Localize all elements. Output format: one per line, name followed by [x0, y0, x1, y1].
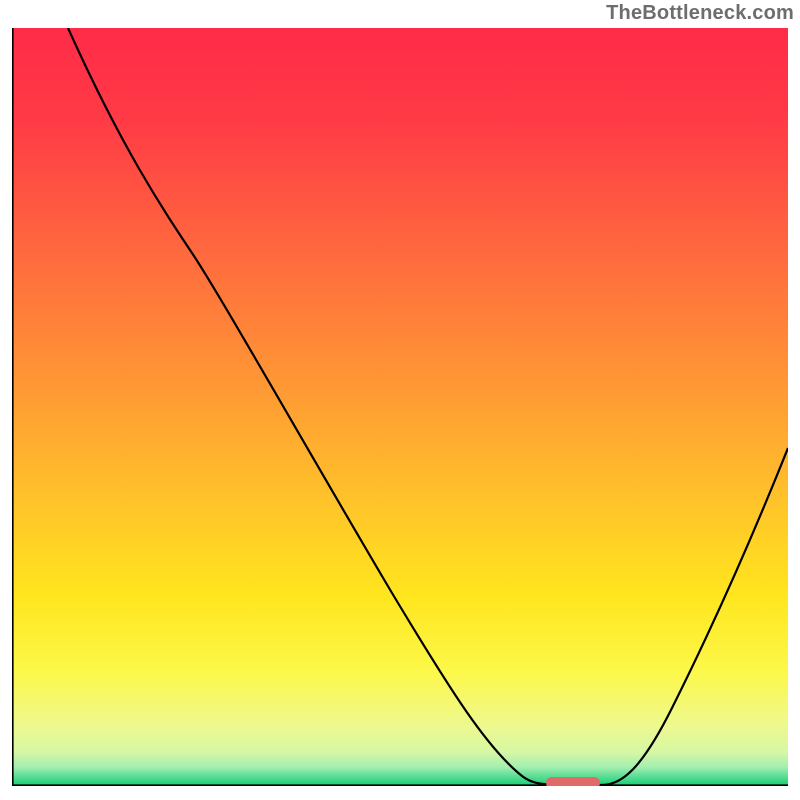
optimal-marker: [546, 777, 600, 786]
watermark-text: TheBottleneck.com: [606, 2, 794, 25]
chart-canvas: [12, 28, 788, 786]
gradient-background: [12, 28, 788, 786]
